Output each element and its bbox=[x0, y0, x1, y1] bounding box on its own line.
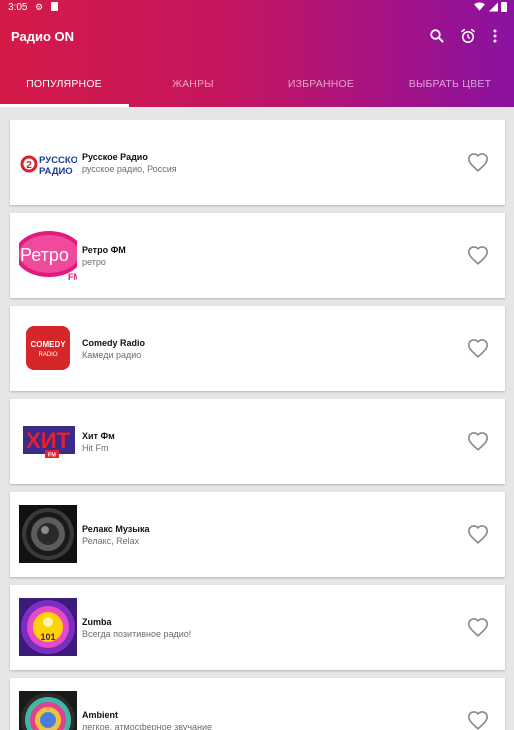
station-card[interactable]: ХИТ FM Хит Фм Hit Fm bbox=[10, 399, 505, 484]
sd-card-status-icon bbox=[51, 2, 58, 11]
app-title: Радио ON bbox=[11, 29, 75, 44]
tab-bar: ПОПУЛЯРНОЕ ЖАНРЫ ИЗБРАННОЕ ВЫБРАТЬ ЦВЕТ bbox=[0, 60, 514, 107]
comedy-logo-line2: RADIO bbox=[38, 352, 57, 358]
station-card[interactable]: 2 РУССКОЕ РАДИО Русское Радио русское ра… bbox=[10, 120, 505, 205]
station-card[interactable]: Ретро FM Ретро ФМ ретро bbox=[10, 213, 505, 298]
station-description: легкое, атмосферное звучание bbox=[82, 722, 213, 730]
retro-logo-fm: FM bbox=[68, 272, 77, 282]
status-bar: 3:05 ⚙ bbox=[0, 0, 514, 15]
station-name: Comedy Radio bbox=[82, 338, 146, 348]
station-card[interactable]: Релакс Музыка Релакс, Relax bbox=[10, 492, 505, 577]
app-header: 3:05 ⚙ Радио ON ПОПУЛЯРНОЕ ЖАНРЫ ИЗБРАНН… bbox=[0, 0, 514, 107]
wifi-status-icon bbox=[474, 2, 485, 14]
zumba-logo-number: 101 bbox=[40, 632, 55, 642]
comedy-logo-line1: COMEDY bbox=[30, 340, 66, 349]
hit-fm-logo: ХИТ FM bbox=[19, 412, 77, 470]
station-description: Релакс, Relax bbox=[82, 536, 140, 546]
heart-icon[interactable] bbox=[467, 245, 489, 267]
heart-icon[interactable] bbox=[467, 710, 489, 730]
active-tab-indicator bbox=[0, 104, 129, 107]
retro-logo-text: Ретро bbox=[20, 245, 69, 265]
station-description: ретро bbox=[82, 257, 106, 267]
heart-icon[interactable] bbox=[467, 338, 489, 360]
alarm-icon[interactable] bbox=[459, 27, 477, 45]
svg-text:2: 2 bbox=[26, 160, 32, 171]
tab-genres[interactable]: ЖАНРЫ bbox=[129, 60, 257, 107]
zumba-101-logo: 101 bbox=[19, 598, 77, 656]
signal-status-icon bbox=[489, 2, 498, 14]
station-description: Камеди радио bbox=[82, 350, 142, 360]
comedy-radio-logo: COMEDY RADIO bbox=[19, 319, 77, 377]
retro-fm-logo: Ретро FM bbox=[19, 226, 77, 284]
station-name: Релакс Музыка bbox=[82, 524, 150, 534]
heart-icon[interactable] bbox=[467, 431, 489, 453]
ambient-logo bbox=[19, 691, 77, 730]
station-name: Ретро ФМ bbox=[82, 245, 126, 255]
station-card[interactable]: 101 Zumba Всегда позитивное радио! bbox=[10, 585, 505, 670]
russkoe-logo-line2: РАДИО bbox=[39, 166, 73, 177]
station-card[interactable]: Ambient легкое, атмосферное звучание bbox=[10, 678, 505, 730]
station-name: Хит Фм bbox=[82, 431, 115, 441]
station-card[interactable]: COMEDY RADIO Comedy Radio Камеди радио bbox=[10, 306, 505, 391]
heart-icon[interactable] bbox=[467, 524, 489, 546]
station-name: Русское Радио bbox=[82, 152, 148, 162]
battery-status-icon bbox=[501, 2, 507, 12]
hit-logo-text: ХИТ bbox=[26, 428, 70, 453]
more-options-icon[interactable] bbox=[486, 27, 504, 45]
station-description: Hit Fm bbox=[82, 443, 109, 453]
search-icon[interactable] bbox=[428, 27, 446, 45]
heart-icon[interactable] bbox=[467, 617, 489, 639]
station-description: Всегда позитивное радио! bbox=[82, 629, 192, 639]
station-name: Ambient bbox=[82, 710, 118, 720]
status-time: 3:05 bbox=[8, 2, 28, 13]
heart-icon[interactable] bbox=[467, 152, 489, 174]
russkoe-radio-logo: 2 РУССКОЕ РАДИО bbox=[19, 133, 77, 191]
hit-logo-fm: FM bbox=[48, 453, 56, 459]
tab-favorites[interactable]: ИЗБРАННОЕ bbox=[257, 60, 385, 107]
tab-choose-color[interactable]: ВЫБРАТЬ ЦВЕТ bbox=[386, 60, 514, 107]
speaker-logo bbox=[19, 505, 77, 563]
station-name: Zumba bbox=[82, 617, 112, 627]
russkoe-logo-line1: РУССКОЕ bbox=[39, 155, 77, 166]
tab-popular[interactable]: ПОПУЛЯРНОЕ bbox=[0, 60, 128, 107]
station-description: русское радио, Россия bbox=[82, 164, 177, 174]
settings-status-icon: ⚙ bbox=[35, 2, 44, 12]
